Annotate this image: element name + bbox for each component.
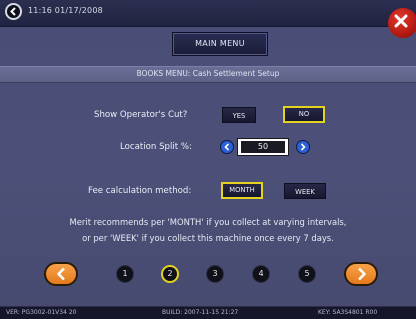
page-button-3[interactable]: 3 bbox=[206, 265, 224, 283]
main-menu-button[interactable]: MAIN MENU bbox=[172, 32, 268, 56]
back-arrow-icon bbox=[10, 7, 16, 16]
fee-method-label: Fee calculation method: bbox=[88, 186, 192, 196]
operators-cut-no-button[interactable]: NO bbox=[283, 106, 325, 123]
next-page-button[interactable] bbox=[344, 262, 378, 286]
status-bar: VER: PG3002-01V34 20 BUILD: 2007-11-15 2… bbox=[0, 306, 416, 319]
page-button-1[interactable]: 1 bbox=[116, 265, 134, 283]
build-text: BUILD: 2007-11-15 21:27 bbox=[162, 309, 239, 316]
page-button-5[interactable]: 5 bbox=[298, 265, 316, 283]
location-split-value: 50 bbox=[241, 141, 285, 153]
close-button[interactable] bbox=[388, 8, 416, 38]
chevron-left-icon bbox=[224, 143, 230, 151]
location-split-field[interactable]: 50 bbox=[237, 138, 289, 156]
info-line-2: or per 'WEEK' if you collect this machin… bbox=[82, 233, 334, 243]
page-subtitle: BOOKS MENU: Cash Settlement Setup bbox=[136, 69, 280, 78]
page-button-2[interactable]: 2 bbox=[161, 265, 179, 283]
page-button-4[interactable]: 4 bbox=[252, 265, 270, 283]
fee-method-month-button[interactable]: MONTH bbox=[221, 182, 263, 199]
subtitle-bar: BOOKS MENU: Cash Settlement Setup bbox=[0, 66, 416, 83]
previous-page-button[interactable] bbox=[44, 262, 78, 286]
close-icon bbox=[394, 14, 408, 28]
version-text: VER: PG3002-01V34 20 bbox=[6, 309, 77, 316]
arrow-left-icon bbox=[57, 267, 65, 281]
operators-cut-yes-button[interactable]: YES bbox=[222, 107, 256, 123]
date-time: 11:16 01/17/2008 bbox=[28, 6, 103, 15]
chevron-right-icon bbox=[300, 143, 306, 151]
operators-cut-label: Show Operator's Cut? bbox=[94, 110, 188, 120]
screen: 11:16 01/17/2008 MAIN MENU BOOKS MENU: C… bbox=[0, 0, 416, 319]
fee-method-week-button[interactable]: WEEK bbox=[284, 183, 326, 199]
decrease-split-button[interactable] bbox=[220, 140, 234, 154]
location-split-label: Location Split %: bbox=[120, 142, 192, 152]
key-text: KEY: SA3S4801 R00 bbox=[318, 309, 378, 316]
arrow-right-icon bbox=[358, 267, 366, 281]
back-button[interactable] bbox=[5, 3, 22, 20]
info-line-1: Merit recommends per 'MONTH' if you coll… bbox=[69, 217, 347, 227]
increase-split-button[interactable] bbox=[296, 140, 310, 154]
top-bar: 11:16 01/17/2008 bbox=[0, 0, 416, 27]
